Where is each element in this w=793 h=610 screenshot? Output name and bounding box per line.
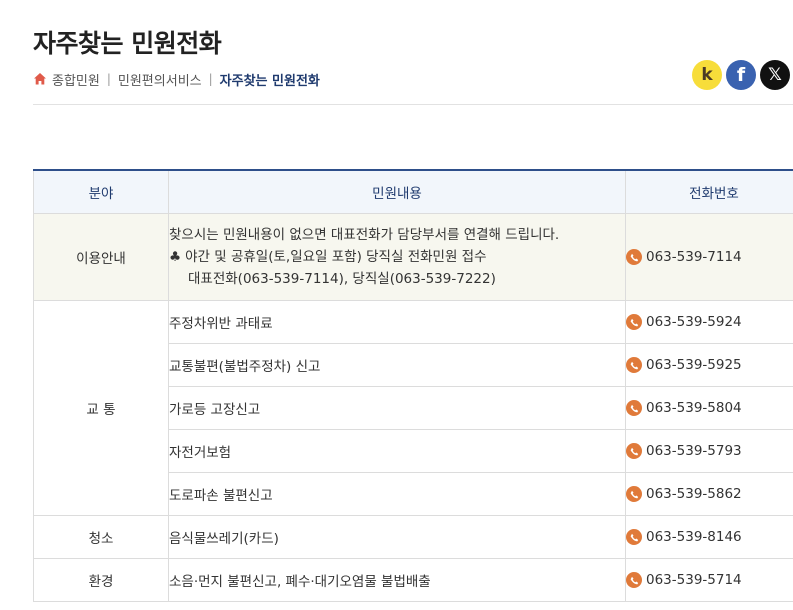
row-content: 음식물쓰레기(카드) (168, 515, 626, 559)
header-phone: 전화번호 (625, 169, 793, 214)
phone-cell: 063-539-5804 (625, 386, 793, 430)
phone-icon (626, 572, 642, 588)
title-divider (33, 104, 793, 105)
table-row: 교 통 주정차위반 과태료 063-539-5924 (33, 300, 793, 516)
phone-cell: 063-539-7114 (625, 213, 793, 301)
guide-line-2-text: 야간 및 공휴일(토,일요일 포함) 당직실 전화민원 접수 (185, 249, 487, 265)
phone-number[interactable]: 063-539-5793 (646, 443, 742, 459)
row-content: 주정차위반 과태료 (168, 300, 626, 344)
phone-icon (626, 443, 642, 459)
header-field: 분야 (33, 169, 169, 214)
phone-cell: 063-539-5925 (625, 343, 793, 387)
guide-content: 찾으시는 민원내용이 없으면 대표전화가 담당부서를 연결해 드립니다. ♣ 야간… (168, 213, 626, 301)
club-icon: ♣ (169, 249, 182, 265)
phone-number[interactable]: 063-539-8146 (646, 529, 742, 545)
phone-directory-table: 분야 민원내용 전화번호 이용안내 찾으시는 민원내용이 없으면 대표전화가 담… (33, 169, 793, 602)
table-header-row: 분야 민원내용 전화번호 (33, 169, 793, 214)
breadcrumb-item-civil[interactable]: 종합민원 (52, 70, 100, 89)
home-icon (34, 73, 46, 85)
phone-number[interactable]: 063-539-5862 (646, 486, 742, 502)
breadcrumb-item-service[interactable]: 민원편의서비스 (118, 70, 202, 89)
phone-cell: 063-539-5862 (625, 472, 793, 516)
table-row-guide: 이용안내 찾으시는 민원내용이 없으면 대표전화가 담당부서를 연결해 드립니다… (33, 213, 793, 301)
breadcrumb-current: 자주찾는 민원전화 (219, 73, 320, 89)
phone-cell: 063-539-5714 (625, 558, 793, 602)
breadcrumb-separator: | (106, 72, 111, 86)
page-title: 자주찾는 민원전화 (33, 29, 222, 58)
guide-line-2: ♣ 야간 및 공휴일(토,일요일 포함) 당직실 전화민원 접수 (169, 246, 625, 268)
table-row-environment: 환경 소음·먼지 불편신고, 폐수·대기오염물 불법배출 063-539-571… (33, 558, 793, 602)
row-content: 도로파손 불편신고 (168, 472, 626, 516)
phone-number[interactable]: 063-539-5924 (646, 314, 742, 330)
phone-number[interactable]: 063-539-5925 (646, 357, 742, 373)
phone-cell: 063-539-5793 (625, 429, 793, 473)
breadcrumb-separator: | (208, 72, 213, 86)
phone-icon (626, 314, 642, 330)
phone-icon (626, 529, 642, 545)
phone-icon (626, 400, 642, 416)
share-buttons: k f 𝕏 (692, 60, 790, 90)
header-content: 민원내용 (168, 169, 626, 214)
field-cleaning: 청소 (33, 515, 169, 559)
field-environment: 환경 (33, 558, 169, 602)
guide-line-1: 찾으시는 민원내용이 없으면 대표전화가 담당부서를 연결해 드립니다. (169, 227, 560, 243)
kakao-share-icon[interactable]: k (692, 60, 722, 90)
row-content: 가로등 고장신고 (168, 386, 626, 430)
row-content: 자전거보험 (168, 429, 626, 473)
guide-line-3: 대표전화(063-539-7114), 당직실(063-539-7222) (188, 271, 496, 287)
table-row-cleaning: 청소 음식물쓰레기(카드) 063-539-8146 (33, 515, 793, 559)
phone-cell: 063-539-5924 (625, 300, 793, 344)
x-share-icon[interactable]: 𝕏 (760, 60, 790, 90)
field-guide: 이용안내 (33, 213, 169, 301)
row-content: 교통불편(불법주정차) 신고 (168, 343, 626, 387)
phone-icon (626, 486, 642, 502)
facebook-share-icon[interactable]: f (726, 60, 756, 90)
phone-number[interactable]: 063-539-7114 (646, 249, 742, 265)
row-content: 소음·먼지 불편신고, 폐수·대기오염물 불법배출 (168, 558, 626, 602)
phone-icon (626, 357, 642, 373)
phone-number[interactable]: 063-539-5804 (646, 400, 742, 416)
breadcrumb-home[interactable]: 종합민원 (33, 70, 100, 89)
phone-number[interactable]: 063-539-5714 (646, 572, 742, 588)
phone-cell: 063-539-8146 (625, 515, 793, 559)
phone-icon (626, 249, 642, 265)
field-traffic: 교 통 (33, 300, 169, 516)
breadcrumb: 종합민원 | 민원편의서비스 | 자주찾는 민원전화 (33, 69, 320, 89)
